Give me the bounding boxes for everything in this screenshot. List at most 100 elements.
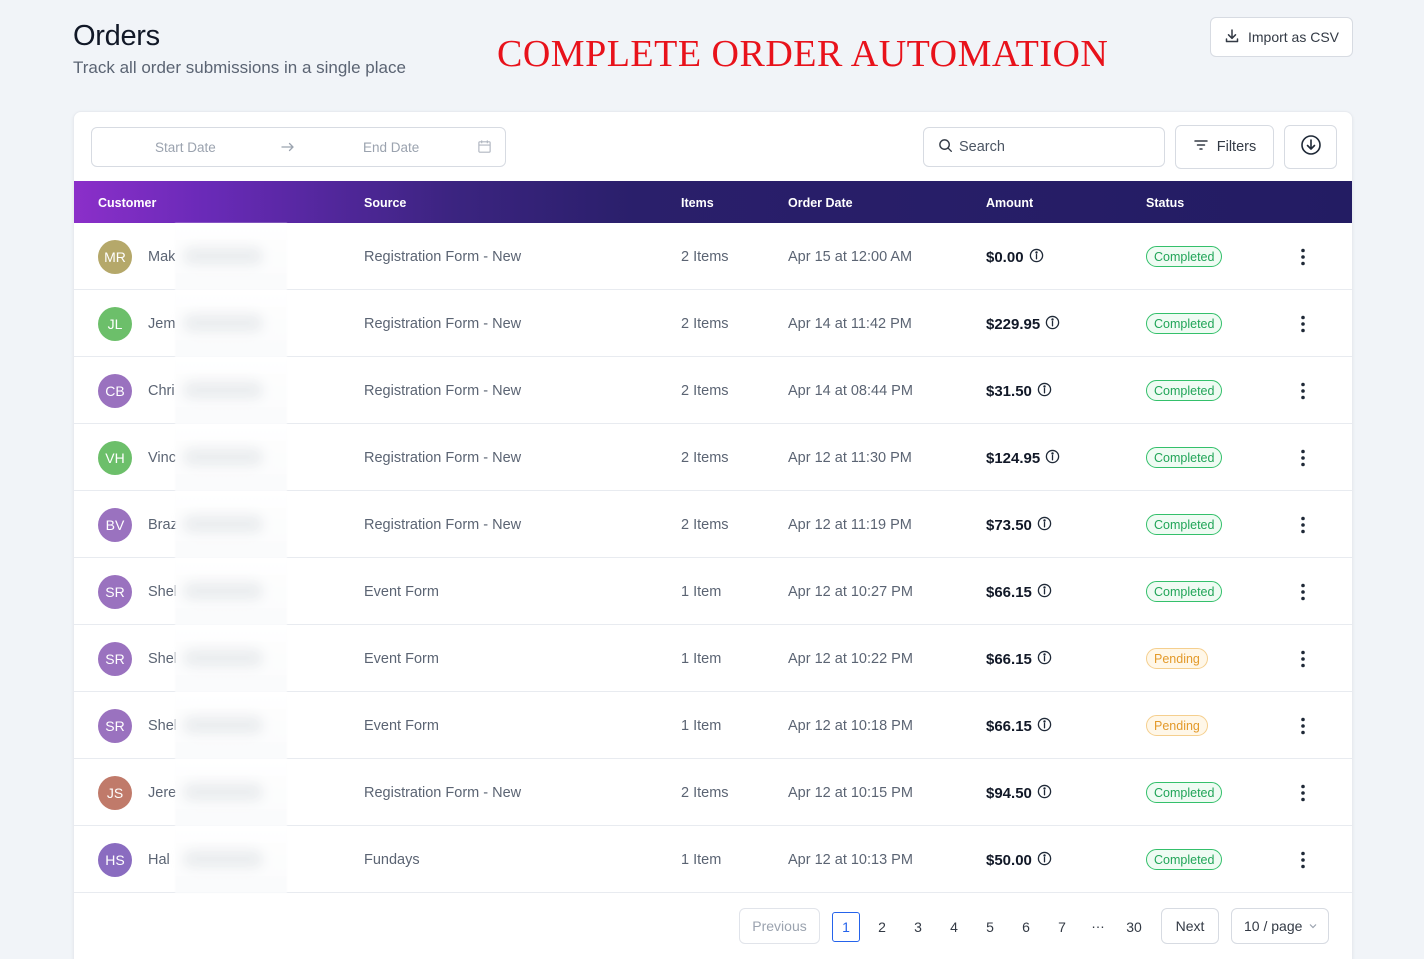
info-icon[interactable] bbox=[1045, 315, 1060, 334]
customer-name[interactable]: Shel bbox=[148, 584, 177, 600]
page-size-select[interactable]: 10 / page bbox=[1231, 908, 1329, 944]
info-icon[interactable] bbox=[1037, 516, 1052, 535]
info-icon[interactable] bbox=[1037, 382, 1052, 401]
page-button-6[interactable]: 6 bbox=[1012, 912, 1040, 942]
search-placeholder: Search bbox=[959, 139, 1005, 155]
page-button-2[interactable]: 2 bbox=[868, 912, 896, 942]
more-options-icon[interactable] bbox=[1295, 380, 1311, 402]
info-icon[interactable] bbox=[1045, 449, 1060, 468]
customer-name[interactable]: Shel bbox=[148, 651, 177, 667]
order-items: 2 Items bbox=[681, 249, 729, 265]
info-icon[interactable] bbox=[1037, 650, 1052, 669]
more-options-icon[interactable] bbox=[1295, 849, 1311, 871]
status-badge: Completed bbox=[1146, 849, 1223, 870]
avatar: SR bbox=[98, 575, 132, 609]
table-row[interactable]: BV Braz Registration Form - New 2 Items Apr … bbox=[74, 491, 1352, 558]
search-input[interactable]: Search bbox=[923, 127, 1165, 167]
order-amount: $229.95 bbox=[986, 315, 1060, 334]
order-source: Registration Form - New bbox=[364, 316, 522, 332]
arrow-right-icon bbox=[280, 139, 296, 155]
amount-value: $31.50 bbox=[986, 383, 1032, 400]
customer-name[interactable]: Vinc bbox=[148, 450, 176, 466]
export-button[interactable] bbox=[1284, 125, 1337, 169]
download-circle-icon bbox=[1300, 134, 1322, 161]
order-items: 2 Items bbox=[681, 316, 729, 332]
page-button-1[interactable]: 1 bbox=[832, 912, 860, 942]
customer-name[interactable]: Hal bbox=[148, 852, 170, 868]
table-row[interactable]: MR Mak Registration Form - New 2 Items Apr 1… bbox=[74, 223, 1352, 290]
end-date-input[interactable]: End Date bbox=[363, 140, 419, 155]
calendar-icon[interactable] bbox=[477, 139, 492, 154]
column-header-items[interactable]: Items bbox=[681, 196, 714, 210]
column-header-order-date[interactable]: Order Date bbox=[788, 196, 853, 210]
more-options-icon[interactable] bbox=[1295, 313, 1311, 335]
table-header: Customer Source Items Order Date Amount … bbox=[74, 181, 1352, 223]
customer-name[interactable]: Chri bbox=[148, 383, 175, 399]
info-icon[interactable] bbox=[1029, 248, 1044, 267]
promo-banner: COMPLETE ORDER AUTOMATION bbox=[497, 33, 1109, 75]
customer-name[interactable]: Braz bbox=[148, 517, 178, 533]
table-row[interactable]: SR Shel Event Form 1 Item Apr 12 at 10:27 PM… bbox=[74, 558, 1352, 625]
order-amount: $124.95 bbox=[986, 449, 1060, 468]
amount-value: $66.15 bbox=[986, 651, 1032, 668]
filters-label: Filters bbox=[1216, 139, 1257, 155]
order-amount: $66.15 bbox=[986, 717, 1052, 736]
order-source: Event Form bbox=[364, 718, 439, 734]
order-source: Registration Form - New bbox=[364, 383, 522, 399]
info-icon[interactable] bbox=[1037, 851, 1052, 870]
filters-button[interactable]: Filters bbox=[1175, 125, 1274, 169]
more-options-icon[interactable] bbox=[1295, 648, 1311, 670]
date-range-picker[interactable]: Start Date End Date bbox=[91, 127, 506, 167]
info-icon[interactable] bbox=[1037, 583, 1052, 602]
order-items: 2 Items bbox=[681, 785, 729, 801]
customer-name[interactable]: Jem bbox=[148, 316, 175, 332]
redaction-blur bbox=[175, 826, 287, 893]
page-button-30[interactable]: 30 bbox=[1120, 912, 1148, 942]
redaction-blur bbox=[175, 558, 287, 625]
column-header-customer[interactable]: Customer bbox=[98, 196, 156, 210]
page-button-4[interactable]: 4 bbox=[940, 912, 968, 942]
order-date: Apr 12 at 10:13 PM bbox=[788, 852, 913, 868]
info-icon[interactable] bbox=[1037, 784, 1052, 803]
page-subtitle: Track all order submissions in a single … bbox=[73, 58, 406, 77]
page-ellipsis[interactable]: … bbox=[1084, 908, 1112, 938]
avatar: HS bbox=[98, 843, 132, 877]
table-row[interactable]: VH Vinc Registration Form - New 2 Items Apr … bbox=[74, 424, 1352, 491]
avatar: VH bbox=[98, 441, 132, 475]
start-date-input[interactable]: Start Date bbox=[155, 140, 216, 155]
next-page-button[interactable]: Next bbox=[1161, 908, 1219, 944]
more-options-icon[interactable] bbox=[1295, 581, 1311, 603]
table-row[interactable]: HS Hal Fundays 1 Item Apr 12 at 10:13 PM $50.… bbox=[74, 826, 1352, 893]
order-items: 1 Item bbox=[681, 651, 722, 667]
status-badge: Completed bbox=[1146, 782, 1223, 803]
order-items: 2 Items bbox=[681, 450, 729, 466]
amount-value: $73.50 bbox=[986, 517, 1032, 534]
more-options-icon[interactable] bbox=[1295, 246, 1311, 268]
customer-name[interactable]: Shel bbox=[148, 718, 177, 734]
more-options-icon[interactable] bbox=[1295, 447, 1311, 469]
table-row[interactable]: SR Shel Event Form 1 Item Apr 12 at 10:22 PM… bbox=[74, 625, 1352, 692]
order-items: 1 Item bbox=[681, 584, 722, 600]
table-row[interactable]: JL Jem Registration Form - New 2 Items Apr 1… bbox=[74, 290, 1352, 357]
customer-name[interactable]: Mak bbox=[148, 249, 175, 265]
previous-page-button[interactable]: Previous bbox=[739, 908, 820, 944]
import-csv-button[interactable]: Import as CSV bbox=[1210, 17, 1353, 57]
table-row[interactable]: JS Jere Registration Form - New 2 Items Apr … bbox=[74, 759, 1352, 826]
table-row[interactable]: SR Shel Event Form 1 Item Apr 12 at 10:18 PM… bbox=[74, 692, 1352, 759]
more-options-icon[interactable] bbox=[1295, 782, 1311, 804]
order-date: Apr 12 at 11:19 PM bbox=[788, 517, 912, 533]
column-header-source[interactable]: Source bbox=[364, 196, 406, 210]
column-header-status[interactable]: Status bbox=[1146, 196, 1184, 210]
column-header-amount[interactable]: Amount bbox=[986, 196, 1033, 210]
order-items: 1 Item bbox=[681, 852, 722, 868]
customer-name[interactable]: Jere bbox=[148, 785, 176, 801]
pagination: Previous 1 2 3 4 5 6 7 … 30 Next 10 / pa… bbox=[74, 908, 1352, 948]
status-badge: Pending bbox=[1146, 648, 1208, 669]
page-button-7[interactable]: 7 bbox=[1048, 912, 1076, 942]
table-row[interactable]: CB Chri Registration Form - New 2 Items Apr … bbox=[74, 357, 1352, 424]
page-button-5[interactable]: 5 bbox=[976, 912, 1004, 942]
page-button-3[interactable]: 3 bbox=[904, 912, 932, 942]
more-options-icon[interactable] bbox=[1295, 514, 1311, 536]
info-icon[interactable] bbox=[1037, 717, 1052, 736]
more-options-icon[interactable] bbox=[1295, 715, 1311, 737]
